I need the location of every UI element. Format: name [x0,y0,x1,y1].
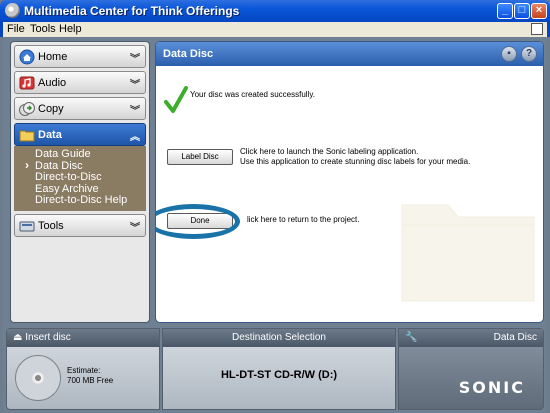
label-desc-line2: Use this application to create stunning … [240,157,471,166]
destination-header: Destination Selection [163,329,395,347]
sidebar-item-home[interactable]: Home ︾ [14,45,146,68]
menu-tools[interactable]: Tools [30,23,56,35]
tools-icon [19,221,35,231]
sidebar-item-label: Copy [38,103,64,115]
sidebar-item-label: Audio [38,77,67,89]
window-title: Multimedia Center for Think Offerings [24,4,240,18]
success-message: Your disc was created successfully. [190,90,315,99]
submenu-item-direct-to-disc[interactable]: Direct-to-Disc [35,172,146,184]
mode-header: 🔧 Data Disc [399,329,543,347]
sidebar: Home ︾ Audio ︾ Copy ︾ Data ︽ Data Guide … [10,41,150,323]
maximize-button[interactable]: □ [514,3,530,19]
check-icon [164,86,188,113]
chevron-up-icon: ︽ [130,132,140,143]
drive-name[interactable]: HL-DT-ST CD-R/W (D:) [163,369,395,381]
bottom-bar: ⏏ Insert disc Estimate: 700 MB Free Dest… [6,328,544,410]
menu-bar: File Tools Help [0,22,550,37]
menu-help[interactable]: Help [59,23,82,35]
sidebar-item-label: Tools [38,219,64,232]
label-disc-description: Click here to launch the Sonic labeling … [240,147,470,167]
chevron-down-icon: ︾ [130,106,140,117]
help-icon[interactable]: ? [521,46,537,62]
main-frame: Home ︾ Audio ︾ Copy ︾ Data ︽ Data Guide … [3,37,547,413]
estimate-value: 700 MB Free [67,376,114,385]
chevron-down-icon: ︾ [130,54,140,65]
folder-watermark-icon [401,204,535,302]
estimate-label: Estimate: [67,366,101,375]
label-desc-line1: Click here to launch the Sonic labeling … [240,147,419,156]
close-button[interactable]: × [531,3,547,19]
panel-header: Data Disc ▪ ? [156,42,543,66]
title-bar: Multimedia Center for Think Offerings _ … [0,0,550,22]
sidebar-item-audio[interactable]: Audio ︾ [14,71,146,94]
submenu-item-direct-to-disc-help[interactable]: Direct-to-Disc Help [35,195,146,207]
sonic-logo: SONIC [458,378,525,397]
mode-label: Data Disc [493,332,537,343]
menu-file[interactable]: File [7,23,25,35]
copy-icon [19,102,35,116]
eject-icon[interactable]: ⏏ [13,332,22,343]
sidebar-item-label: Home [38,51,68,63]
insert-disc-label: Insert disc [25,332,71,343]
audio-icon [19,76,35,90]
disc-icon [15,355,61,401]
annotation-highlight-oval [156,204,240,239]
chevron-down-icon: ︾ [130,222,140,234]
insert-disc-section: ⏏ Insert disc Estimate: 700 MB Free [6,328,160,410]
minimize-button[interactable]: _ [497,3,513,19]
sidebar-item-data[interactable]: Data ︽ [14,123,146,146]
sidebar-item-copy[interactable]: Copy ︾ [14,97,146,120]
mode-section: 🔧 Data Disc SONIC [398,328,544,410]
done-description: lick here to return to the project. [247,215,360,224]
data-submenu: Data Guide Data Disc Direct-to-Disc Easy… [14,146,146,211]
folder-icon [19,130,35,142]
sidebar-item-label: Data [38,129,62,141]
chevron-down-icon: ︾ [130,80,140,91]
estimate-info: Estimate: 700 MB Free [67,366,113,386]
insert-disc-header: ⏏ Insert disc [7,329,159,347]
destination-section[interactable]: Destination Selection HL-DT-ST CD-R/W (D… [162,328,396,410]
submenu-item-data-guide[interactable]: Data Guide [35,149,146,161]
disk-icon[interactable]: ▪ [501,46,517,62]
content-panel: Data Disc ▪ ? Your disc was created succ… [155,41,544,323]
label-disc-button[interactable]: Label Disc [167,149,233,165]
app-disc-icon [5,3,20,18]
wrench-icon[interactable]: 🔧 [405,329,417,347]
panel-title: Data Disc [163,48,214,60]
sidebar-item-tools[interactable]: Tools ︾ [14,213,146,237]
resize-grip-icon[interactable] [531,23,543,35]
home-icon [19,49,35,65]
